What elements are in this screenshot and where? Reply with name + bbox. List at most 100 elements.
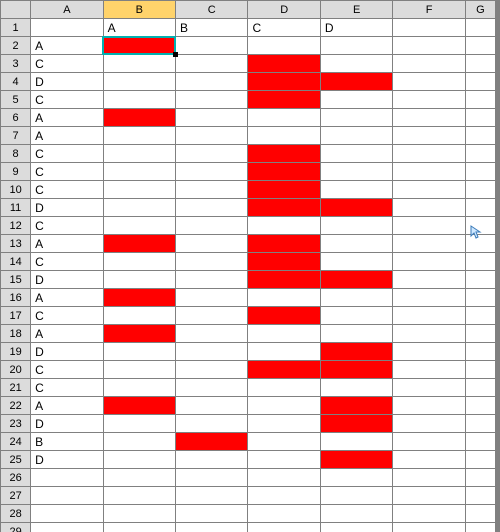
cell-a26[interactable] bbox=[31, 469, 103, 487]
cell-f27[interactable] bbox=[393, 487, 465, 505]
cell-f6[interactable] bbox=[393, 109, 465, 127]
cell-f4[interactable] bbox=[393, 73, 465, 91]
col-header-e[interactable]: E bbox=[320, 1, 392, 19]
col-header-g[interactable]: G bbox=[465, 1, 495, 19]
cell-b11[interactable] bbox=[103, 199, 175, 217]
cell-c28[interactable] bbox=[176, 505, 248, 523]
cell-e15[interactable] bbox=[320, 271, 392, 289]
cell-c21[interactable] bbox=[176, 379, 248, 397]
cell-f13[interactable] bbox=[393, 235, 465, 253]
cell-e6[interactable] bbox=[320, 109, 392, 127]
row-header-29[interactable]: 29 bbox=[1, 523, 31, 532]
cell-g10[interactable] bbox=[465, 181, 495, 199]
cell-c6[interactable] bbox=[176, 109, 248, 127]
cell-f28[interactable] bbox=[393, 505, 465, 523]
cell-a22[interactable]: A bbox=[31, 397, 103, 415]
cell-e7[interactable] bbox=[320, 127, 392, 145]
cell-d1[interactable]: C bbox=[248, 19, 320, 37]
col-header-b[interactable]: B bbox=[103, 1, 175, 19]
cell-b12[interactable] bbox=[103, 217, 175, 235]
cell-a10[interactable]: C bbox=[31, 181, 103, 199]
cell-b2[interactable] bbox=[103, 37, 175, 55]
cell-c18[interactable] bbox=[176, 325, 248, 343]
cell-a4[interactable]: D bbox=[31, 73, 103, 91]
cell-g7[interactable] bbox=[465, 127, 495, 145]
cell-f16[interactable] bbox=[393, 289, 465, 307]
cell-b21[interactable] bbox=[103, 379, 175, 397]
cell-d28[interactable] bbox=[248, 505, 320, 523]
spreadsheet-grid[interactable]: ABCDEFG 1ABCD2A3C4D5C6A7A8C9C10C11D12C13… bbox=[0, 0, 496, 532]
row-header-7[interactable]: 7 bbox=[1, 127, 31, 145]
cell-g4[interactable] bbox=[465, 73, 495, 91]
col-header-f[interactable]: F bbox=[393, 1, 465, 19]
cell-e20[interactable] bbox=[320, 361, 392, 379]
cell-e5[interactable] bbox=[320, 91, 392, 109]
row-header-14[interactable]: 14 bbox=[1, 253, 31, 271]
row-header-13[interactable]: 13 bbox=[1, 235, 31, 253]
cell-f23[interactable] bbox=[393, 415, 465, 433]
cell-d23[interactable] bbox=[248, 415, 320, 433]
cell-d10[interactable] bbox=[248, 181, 320, 199]
cell-a3[interactable]: C bbox=[31, 55, 103, 73]
row-header-9[interactable]: 9 bbox=[1, 163, 31, 181]
cell-g12[interactable] bbox=[465, 217, 495, 235]
row-header-5[interactable]: 5 bbox=[1, 91, 31, 109]
cell-d21[interactable] bbox=[248, 379, 320, 397]
cell-g11[interactable] bbox=[465, 199, 495, 217]
cell-a2[interactable]: A bbox=[31, 37, 103, 55]
cell-f14[interactable] bbox=[393, 253, 465, 271]
cell-e27[interactable] bbox=[320, 487, 392, 505]
cell-b20[interactable] bbox=[103, 361, 175, 379]
cell-c27[interactable] bbox=[176, 487, 248, 505]
cell-e14[interactable] bbox=[320, 253, 392, 271]
cell-a5[interactable]: C bbox=[31, 91, 103, 109]
col-header-d[interactable]: D bbox=[248, 1, 320, 19]
cell-f12[interactable] bbox=[393, 217, 465, 235]
cell-f24[interactable] bbox=[393, 433, 465, 451]
cell-e16[interactable] bbox=[320, 289, 392, 307]
cell-d4[interactable] bbox=[248, 73, 320, 91]
select-all-corner[interactable] bbox=[1, 1, 31, 19]
cell-c14[interactable] bbox=[176, 253, 248, 271]
cell-g29[interactable] bbox=[465, 523, 495, 532]
cell-c22[interactable] bbox=[176, 397, 248, 415]
cell-c11[interactable] bbox=[176, 199, 248, 217]
cell-b22[interactable] bbox=[103, 397, 175, 415]
cell-a11[interactable]: D bbox=[31, 199, 103, 217]
row-header-6[interactable]: 6 bbox=[1, 109, 31, 127]
cell-a7[interactable]: A bbox=[31, 127, 103, 145]
cell-d9[interactable] bbox=[248, 163, 320, 181]
cell-e17[interactable] bbox=[320, 307, 392, 325]
cell-g18[interactable] bbox=[465, 325, 495, 343]
row-header-18[interactable]: 18 bbox=[1, 325, 31, 343]
cell-e18[interactable] bbox=[320, 325, 392, 343]
cell-f1[interactable] bbox=[393, 19, 465, 37]
cell-g23[interactable] bbox=[465, 415, 495, 433]
cell-c17[interactable] bbox=[176, 307, 248, 325]
cell-b4[interactable] bbox=[103, 73, 175, 91]
cell-d11[interactable] bbox=[248, 199, 320, 217]
row-header-1[interactable]: 1 bbox=[1, 19, 31, 37]
cell-b29[interactable] bbox=[103, 523, 175, 532]
cell-e24[interactable] bbox=[320, 433, 392, 451]
cell-a20[interactable]: C bbox=[31, 361, 103, 379]
cell-b5[interactable] bbox=[103, 91, 175, 109]
cell-b17[interactable] bbox=[103, 307, 175, 325]
cell-g13[interactable] bbox=[465, 235, 495, 253]
cell-c19[interactable] bbox=[176, 343, 248, 361]
cell-f18[interactable] bbox=[393, 325, 465, 343]
cell-c1[interactable]: B bbox=[176, 19, 248, 37]
cell-e9[interactable] bbox=[320, 163, 392, 181]
cell-d12[interactable] bbox=[248, 217, 320, 235]
cell-e10[interactable] bbox=[320, 181, 392, 199]
cell-d24[interactable] bbox=[248, 433, 320, 451]
cell-d20[interactable] bbox=[248, 361, 320, 379]
row-header-8[interactable]: 8 bbox=[1, 145, 31, 163]
cell-d19[interactable] bbox=[248, 343, 320, 361]
cell-e28[interactable] bbox=[320, 505, 392, 523]
cell-f20[interactable] bbox=[393, 361, 465, 379]
cell-g14[interactable] bbox=[465, 253, 495, 271]
cell-b7[interactable] bbox=[103, 127, 175, 145]
cell-d6[interactable] bbox=[248, 109, 320, 127]
cell-e3[interactable] bbox=[320, 55, 392, 73]
